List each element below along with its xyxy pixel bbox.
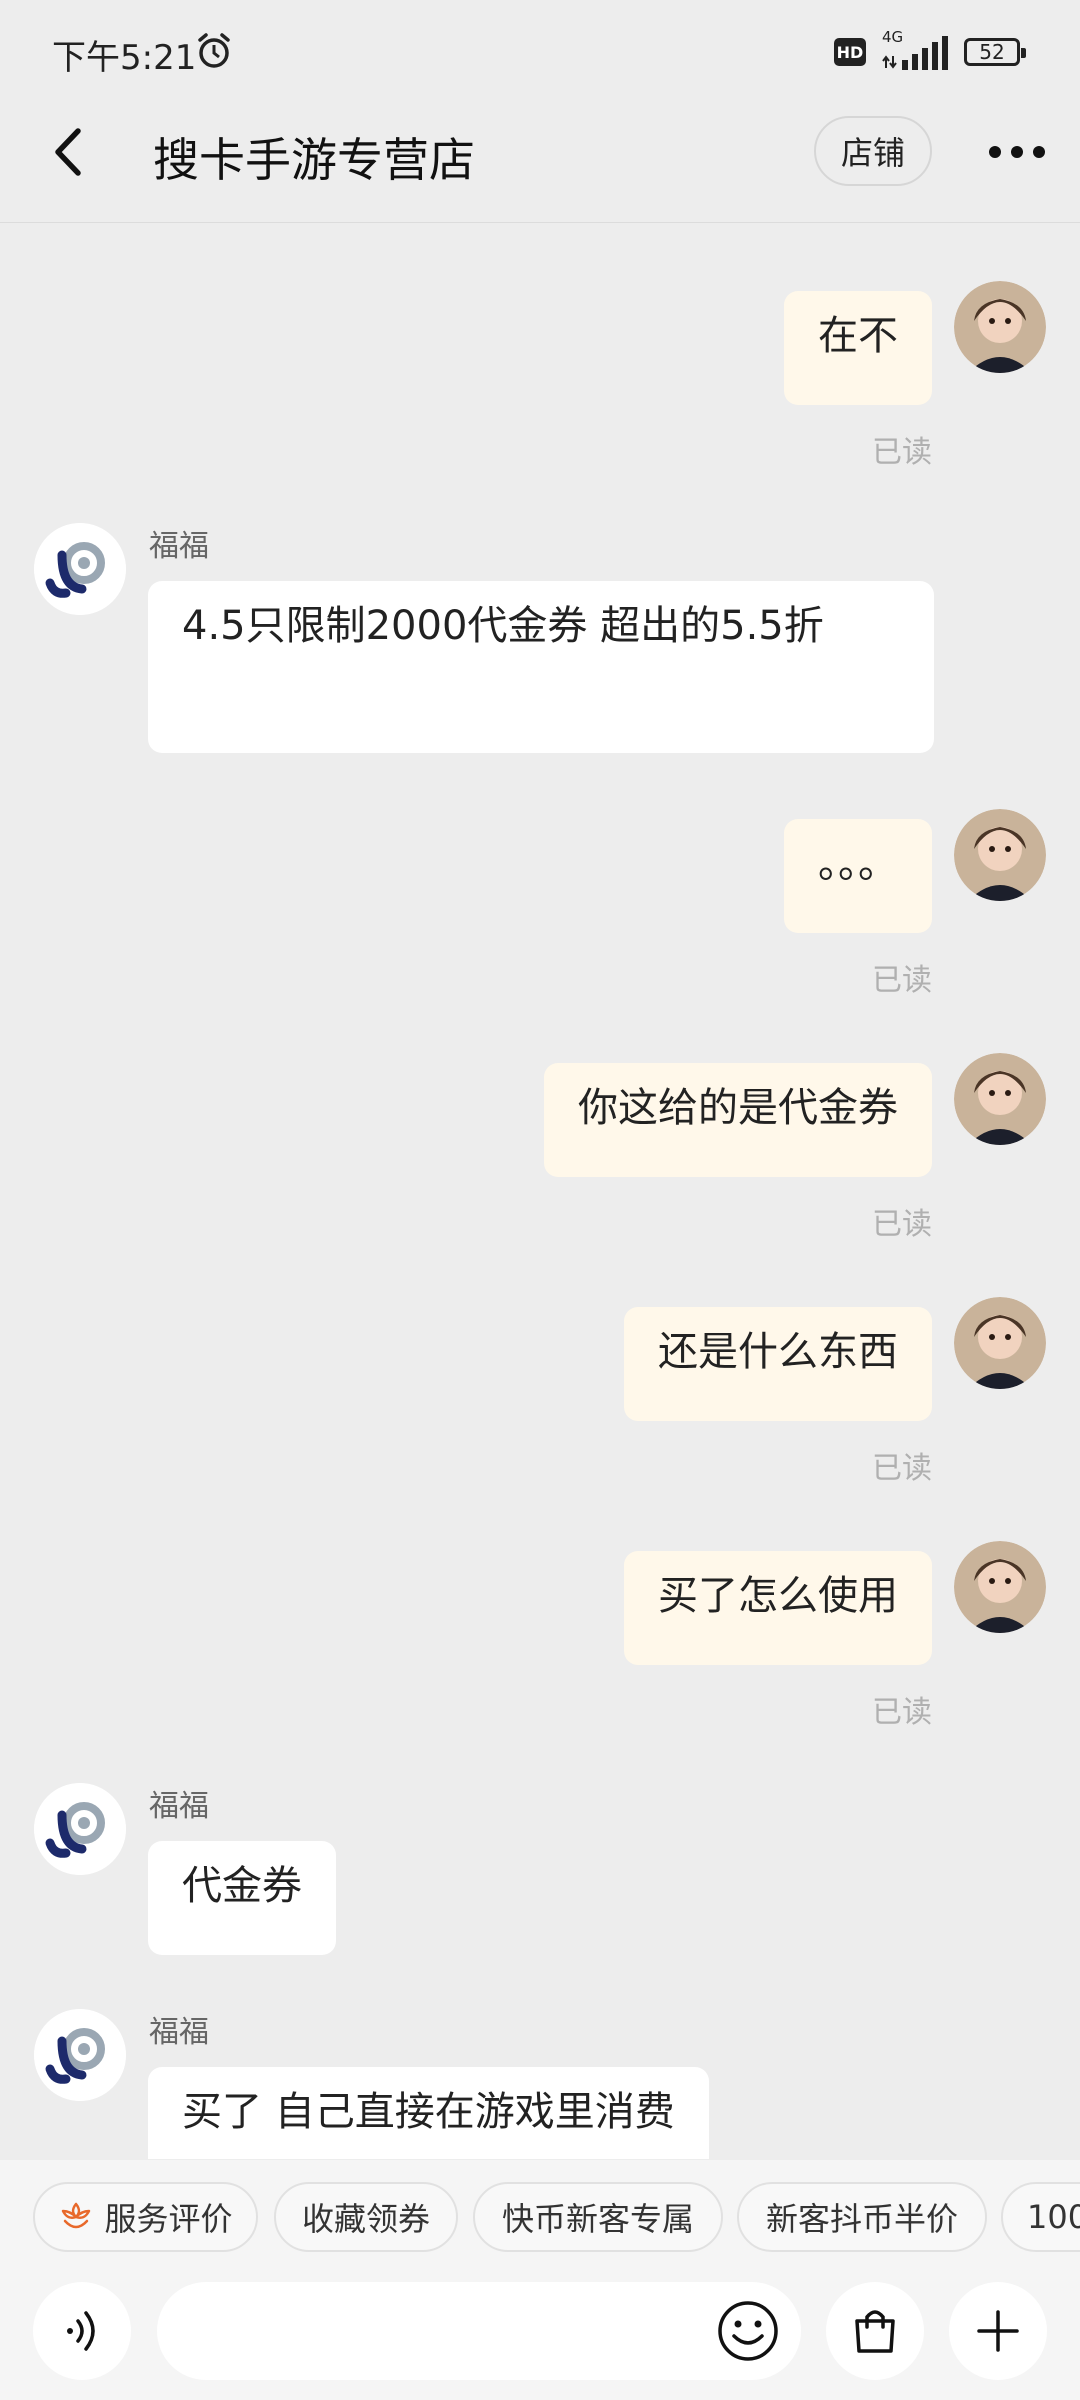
network-type-label: 4G (882, 28, 904, 46)
chat-message-list[interactable]: 在不 已读 福福 4.5只限制2000代金券 超出的5.5折 。。。 已读 你这… (0, 223, 1080, 2159)
product-button[interactable] (826, 2282, 924, 2380)
read-status: 已读 (872, 1695, 932, 1730)
my-message-bubble[interactable]: 在不 (784, 291, 932, 405)
signal-icon: 4G (880, 28, 950, 72)
more-dot-icon (1033, 146, 1045, 158)
more-dot-icon (1011, 146, 1023, 158)
page-title: 搜卡手游专营店 (153, 133, 475, 187)
quick-reply-label: 服务评价 (104, 2200, 233, 2238)
status-icons: HD 4G 52 (834, 28, 1026, 74)
shop-avatar[interactable] (34, 2009, 126, 2101)
voice-input-button[interactable] (33, 2282, 131, 2380)
chat-header: 搜卡手游专营店 店铺 (0, 100, 1080, 223)
user-avatar[interactable] (954, 809, 1046, 901)
my-message-bubble[interactable]: 。。。 (784, 819, 932, 933)
back-button[interactable] (36, 120, 100, 184)
emoji-icon[interactable] (715, 2298, 781, 2364)
shop-avatar[interactable] (34, 523, 126, 615)
quick-reply-more[interactable]: 100 (1001, 2182, 1080, 2252)
message-text-input[interactable] (157, 2282, 801, 2380)
sender-name: 福福 (149, 1789, 209, 1824)
shop-button[interactable]: 店铺 (814, 116, 932, 186)
message-input-bar (0, 2270, 1080, 2400)
battery-level: 52 (979, 40, 1005, 64)
read-status: 已读 (872, 1451, 932, 1486)
status-time: 下午5:21 (52, 38, 197, 78)
user-avatar[interactable] (954, 281, 1046, 373)
flower-icon (62, 2202, 91, 2229)
my-message-bubble[interactable]: 还是什么东西 (624, 1307, 932, 1421)
battery-icon: 52 (964, 38, 1026, 66)
shop-message-bubble[interactable]: 4.5只限制2000代金券 超出的5.5折 (148, 581, 934, 753)
more-actions-button[interactable] (949, 2282, 1047, 2380)
read-status: 已读 (872, 435, 932, 470)
quick-reply-bar: 服务评价 收藏领券 快币新客专属 新客抖币半价 100 (0, 2160, 1080, 2270)
quick-reply-collect-coupon[interactable]: 收藏领券 (274, 2182, 458, 2252)
shop-message-bubble[interactable]: 买了 自己直接在游戏里消费 (148, 2067, 709, 2159)
user-avatar[interactable] (954, 1053, 1046, 1145)
quick-reply-half-price[interactable]: 新客抖币半价 (737, 2182, 987, 2252)
voice-icon (67, 2311, 95, 2351)
sender-name: 福福 (149, 2015, 209, 2050)
back-arrow-icon (55, 128, 81, 176)
more-dot-icon (989, 146, 1001, 158)
quick-reply-new-customer[interactable]: 快币新客专属 (473, 2182, 723, 2252)
user-avatar[interactable] (954, 1297, 1046, 1389)
quick-reply-service-rating[interactable]: 服务评价 (33, 2182, 258, 2252)
hd-badge: HD (834, 38, 866, 66)
shop-message-bubble[interactable]: 代金券 (148, 1841, 336, 1955)
shopping-bag-icon (855, 2310, 895, 2353)
alarm-icon (198, 33, 230, 68)
user-avatar[interactable] (954, 1541, 1046, 1633)
shop-avatar[interactable] (34, 1783, 126, 1875)
sender-name: 福福 (149, 529, 209, 564)
more-options-button[interactable] (975, 126, 1059, 178)
my-message-bubble[interactable]: 买了怎么使用 (624, 1551, 932, 1665)
plus-icon (977, 2310, 1019, 2352)
read-status: 已读 (872, 1207, 932, 1242)
status-bar: 下午5:21 HD 4G 52 (0, 0, 1080, 100)
read-status: 已读 (872, 963, 932, 998)
my-message-bubble[interactable]: 你这给的是代金券 (544, 1063, 932, 1177)
